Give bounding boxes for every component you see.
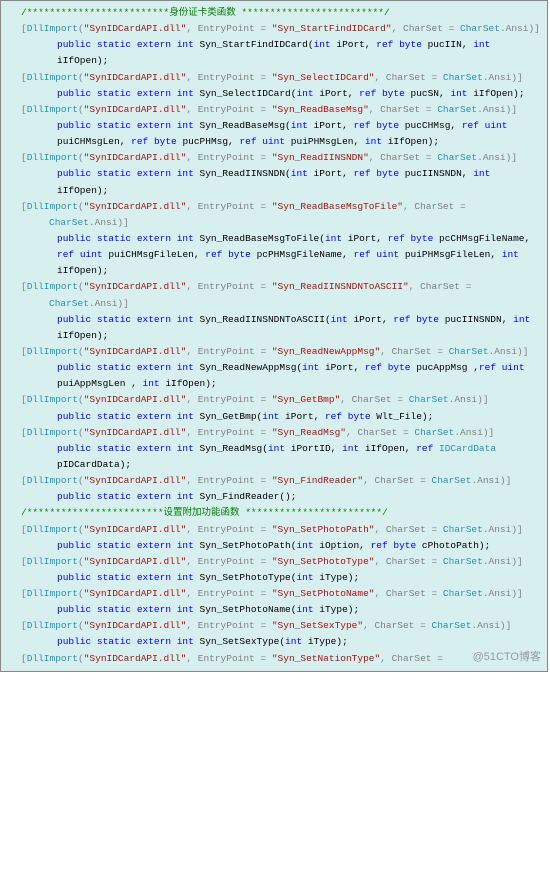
attr-ReadNewAppMsg: [DllImport("SynIDCardAPI.dll", EntryPoin…: [13, 344, 547, 360]
attr-SetPhotoName: [DllImport("SynIDCardAPI.dll", EntryPoin…: [13, 586, 547, 602]
attr-ReadMsg: [DllImport("SynIDCardAPI.dll", EntryPoin…: [13, 425, 547, 441]
attr-StartFind: [DllImport("SynIDCardAPI.dll", EntryPoin…: [13, 21, 547, 37]
section-comment-2: /************************设置附加功能函数 ******…: [21, 507, 388, 518]
sig-SetPhotoName: public static extern int Syn_SetPhotoNam…: [1, 602, 547, 618]
sig-ReadMsg: public static extern int Syn_ReadMsg(int…: [1, 441, 547, 473]
section-comment-1: /*************************身份证卡类函数 ******…: [21, 7, 390, 18]
sig-ReadIINSNDNToASCII: public static extern int Syn_ReadIINSNDN…: [1, 312, 547, 344]
attr-GetBmp: [DllImport("SynIDCardAPI.dll", EntryPoin…: [13, 392, 547, 408]
sig-SetPhotoType: public static extern int Syn_SetPhotoTyp…: [1, 570, 547, 586]
sig-FindReader: public static extern int Syn_FindReader(…: [1, 489, 547, 505]
sig-ReadBaseMsg: public static extern int Syn_ReadBaseMsg…: [1, 118, 547, 150]
attr-SetPhotoType: [DllImport("SynIDCardAPI.dll", EntryPoin…: [13, 554, 547, 570]
attr-FindReader: [DllImport("SynIDCardAPI.dll", EntryPoin…: [13, 473, 547, 489]
sig-ReadIINSNDN: public static extern int Syn_ReadIINSNDN…: [1, 166, 547, 198]
watermark: @51CTO博客: [473, 648, 541, 667]
attr-SelectID: [DllImport("SynIDCardAPI.dll", EntryPoin…: [13, 70, 547, 86]
code-block: /*************************身份证卡类函数 ******…: [0, 0, 548, 672]
attr-SetSexType: [DllImport("SynIDCardAPI.dll", EntryPoin…: [13, 618, 547, 634]
attr-SetNationType: [DllImport("SynIDCardAPI.dll", EntryPoin…: [13, 651, 547, 667]
attr-SetPhotoPath: [DllImport("SynIDCardAPI.dll", EntryPoin…: [13, 522, 547, 538]
sig-GetBmp: public static extern int Syn_GetBmp(int …: [1, 409, 547, 425]
sig-SelectID: public static extern int Syn_SelectIDCar…: [1, 86, 547, 102]
sig-SetPhotoPath: public static extern int Syn_SetPhotoPat…: [1, 538, 547, 554]
attr-ReadIINSNDNToASCII: [DllImport("SynIDCardAPI.dll", EntryPoin…: [13, 279, 547, 311]
sig-ReadNewAppMsg: public static extern int Syn_ReadNewAppM…: [1, 360, 547, 392]
sig-StartFind: public static extern int Syn_StartFindID…: [1, 37, 547, 69]
attr-ReadIINSNDN: [DllImport("SynIDCardAPI.dll", EntryPoin…: [13, 150, 547, 166]
sig-ReadBaseMsgToFile: public static extern int Syn_ReadBaseMsg…: [1, 231, 547, 279]
attr-ReadBaseMsgToFile: [DllImport("SynIDCardAPI.dll", EntryPoin…: [13, 199, 547, 231]
sig-SetSexType: public static extern int Syn_SetSexType(…: [1, 634, 547, 650]
attr-ReadBaseMsg: [DllImport("SynIDCardAPI.dll", EntryPoin…: [13, 102, 547, 118]
